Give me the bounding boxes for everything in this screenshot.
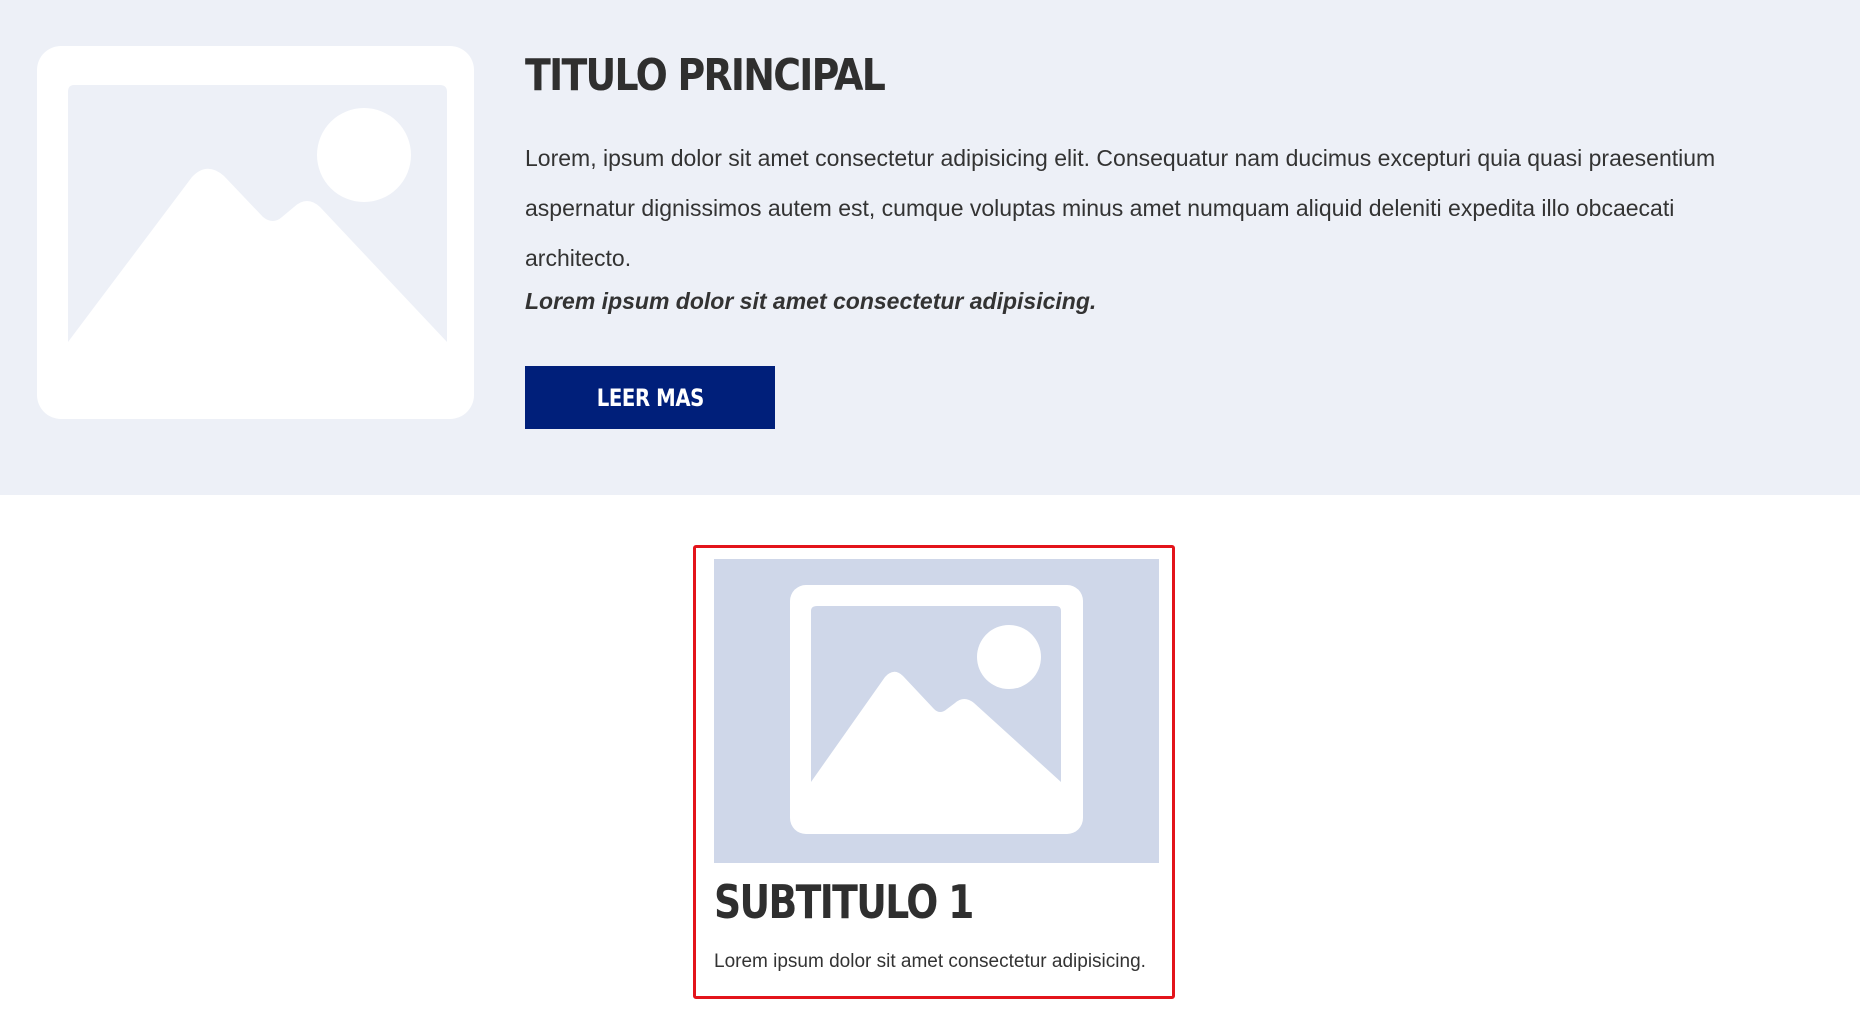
read-more-button[interactable]: LEER MAS [525,366,775,429]
card-text: Lorem ipsum dolor sit amet consectetur a… [714,951,1146,972]
hero-image-placeholder [37,46,474,419]
card-image-placeholder [714,559,1159,863]
card-title: SUBTITULO 1 [714,875,974,929]
image-placeholder-icon [68,85,447,342]
hero-title: TITULO PRINCIPAL [525,50,886,101]
feature-card[interactable]: SUBTITULO 1 Lorem ipsum dolor sit amet c… [693,545,1175,999]
hero-section: TITULO PRINCIPAL Lorem, ipsum dolor sit … [0,0,1860,495]
hero-emphasis-text: Lorem ipsum dolor sit amet consectetur a… [525,288,1097,314]
read-more-button-label: LEER MAS [596,383,704,412]
hero-paragraph: Lorem, ipsum dolor sit amet consectetur … [525,145,1716,271]
image-placeholder-icon [790,585,1083,834]
